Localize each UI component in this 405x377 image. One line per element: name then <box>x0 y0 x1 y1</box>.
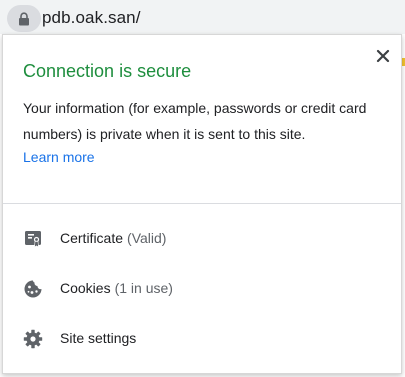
url-text[interactable]: pdb.oak.san/ <box>42 8 141 28</box>
close-button[interactable] <box>372 45 394 67</box>
lock-icon <box>19 12 29 26</box>
site-settings-label: Site settings <box>60 330 137 346</box>
site-settings-row[interactable]: Site settings <box>3 314 401 364</box>
close-icon <box>376 49 390 63</box>
certificate-icon <box>25 231 41 248</box>
connection-info-popup: Connection is secure Your information (f… <box>2 34 402 374</box>
connection-description: Your information (for example, passwords… <box>23 100 367 142</box>
cookie-icon <box>24 280 42 298</box>
certificate-status: (Valid) <box>127 230 167 246</box>
connection-title: Connection is secure <box>23 61 192 81</box>
cookies-label: Cookies (1 in use) <box>60 280 173 296</box>
divider <box>3 203 401 204</box>
site-info-button[interactable] <box>7 5 41 32</box>
gear-icon <box>23 329 43 349</box>
certificate-row[interactable]: Certificate (Valid) <box>3 214 401 264</box>
certificate-label: Certificate (Valid) <box>60 230 167 246</box>
cookies-count: (1 in use) <box>114 280 173 296</box>
cookies-row[interactable]: Cookies (1 in use) <box>3 264 401 314</box>
address-bar: pdb.oak.san/ <box>0 0 405 34</box>
learn-more-link[interactable]: Learn more <box>23 144 95 170</box>
